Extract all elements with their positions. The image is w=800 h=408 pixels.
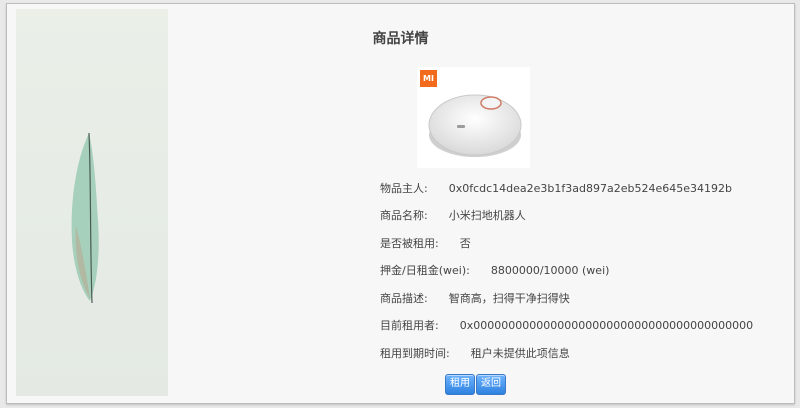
page-title: 商品详情 [372, 31, 429, 47]
description-label: 商品描述: [380, 292, 428, 305]
expiry-label: 租用到期时间: [380, 347, 450, 360]
detail-row-rented: 是否被租用: 否 [380, 235, 471, 251]
detail-row-name: 商品名称: 小米扫地机器人 [380, 207, 526, 223]
rent-button[interactable]: 租用 [445, 374, 475, 395]
detail-row-owner: 物品主人: 0x0fcdc14dea2e3b1f3ad897a2eb524e645… [380, 180, 732, 196]
name-label: 商品名称: [380, 209, 428, 222]
renter-value: 0x00000000000000000000000000000000000000… [459, 319, 754, 332]
rented-label: 是否被租用: [380, 237, 439, 250]
detail-row-expiry: 租用到期时间: 租户未提供此项信息 [380, 345, 570, 361]
product-image: MI [417, 67, 530, 168]
detail-panel: 商品详情 MI 物品主人: 0x0fcdc14dea2e3b1f3ad897a2e… [6, 3, 795, 404]
detail-row-deposit: 押金/日租金(wei): 8800000/10000 (wei) [380, 262, 609, 278]
name-value: 小米扫地机器人 [448, 209, 526, 222]
feather-image [71, 132, 99, 304]
owner-value: 0x0fcdc14dea2e3b1f3ad897a2eb524e645e3419… [448, 182, 732, 195]
deposit-label: 押金/日租金(wei): [380, 264, 470, 277]
deposit-value: 8800000/10000 (wei) [490, 264, 610, 277]
description-value: 智商高，扫得干净扫得快 [448, 292, 570, 305]
expiry-value: 租户未提供此项信息 [470, 347, 570, 360]
detail-row-description: 商品描述: 智商高，扫得干净扫得快 [380, 290, 570, 306]
renter-label: 目前租用者: [380, 319, 439, 332]
robot-vacuum-image [428, 94, 522, 157]
detail-row-renter: 目前租用者: 0x00000000000000000000000000000000… [380, 317, 753, 333]
side-image [16, 9, 168, 396]
rented-value: 否 [459, 237, 471, 250]
owner-label: 物品主人: [380, 182, 428, 195]
back-button[interactable]: 返回 [476, 374, 506, 395]
